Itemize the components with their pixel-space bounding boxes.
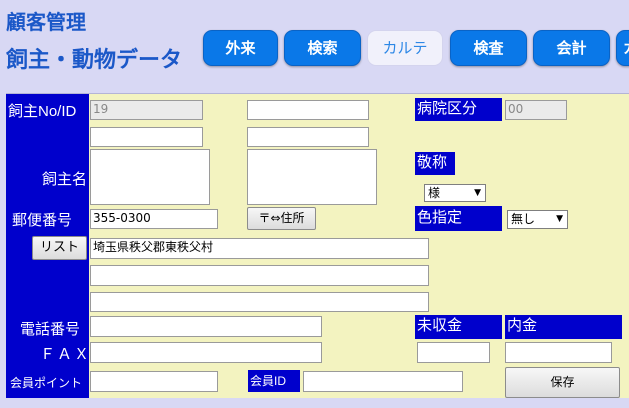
postal-to-address-button[interactable]: 〒⇔住所 <box>247 207 316 230</box>
deposit-field[interactable] <box>505 342 612 363</box>
dropdown-arrow-icon: ▼ <box>556 214 563 224</box>
divider <box>6 93 629 94</box>
color-select[interactable]: 無し ▼ <box>507 210 568 229</box>
postal-code-field[interactable]: 355-0300 <box>90 209 218 229</box>
unpaid-label: 未収金 <box>415 315 502 339</box>
fax-field[interactable] <box>90 342 322 363</box>
tab-outpatient[interactable]: 外来 <box>203 30 278 66</box>
tab-exam[interactable]: 検査 <box>450 30 527 66</box>
fax-label: ＦＡＸ <box>40 346 92 363</box>
address-line-1[interactable]: 埼玉県秩父郡東秩父村 <box>90 238 429 259</box>
app-title: 顧客管理 <box>6 10 86 34</box>
color-value: 無し <box>511 212 536 226</box>
dropdown-arrow-icon: ▼ <box>474 188 481 198</box>
save-button[interactable]: 保存 <box>505 367 620 398</box>
member-points-label: 会員ポイント <box>10 376 83 390</box>
deposit-label: 内金 <box>505 315 622 339</box>
member-id-field[interactable] <box>303 371 463 392</box>
owner-kana-field-2[interactable] <box>247 127 369 147</box>
owner-name-area[interactable] <box>90 149 210 205</box>
tab-chart[interactable]: カルテ <box>367 30 443 66</box>
owner-id-field[interactable] <box>247 100 369 120</box>
phone-field[interactable] <box>90 316 322 337</box>
tab-chart-2[interactable]: カ <box>616 30 629 66</box>
owner-name-area-2[interactable] <box>247 149 377 205</box>
honorific-value: 様 <box>428 186 441 200</box>
honorific-select[interactable]: 様 ▼ <box>424 184 486 202</box>
tab-billing[interactable]: 会計 <box>533 30 610 66</box>
postal-label: 郵便番号 <box>12 212 73 229</box>
member-points-field[interactable] <box>90 371 218 392</box>
address-line-3[interactable] <box>90 292 429 312</box>
member-id-label: 会員ID <box>248 370 300 392</box>
hospital-section-label: 病院区分 <box>415 98 502 121</box>
color-label: 色指定 <box>415 206 502 231</box>
page-title: 飼主・動物データ <box>6 48 183 73</box>
honorific-label: 敬称 <box>415 152 455 175</box>
owner-name-label: 飼主名 <box>41 171 87 188</box>
hospital-section-field[interactable]: 00 <box>505 100 567 120</box>
owner-no-label: 飼主No/ID <box>8 103 77 120</box>
tab-search[interactable]: 検索 <box>284 30 361 66</box>
phone-label: 電話番号 <box>20 321 81 338</box>
bottom-strip <box>0 398 629 408</box>
owner-no-field[interactable]: 19 <box>90 100 203 120</box>
list-button[interactable]: リスト <box>32 236 87 260</box>
address-line-2[interactable] <box>90 265 429 286</box>
unpaid-field[interactable] <box>417 342 490 363</box>
owner-kana-field[interactable] <box>90 127 203 147</box>
